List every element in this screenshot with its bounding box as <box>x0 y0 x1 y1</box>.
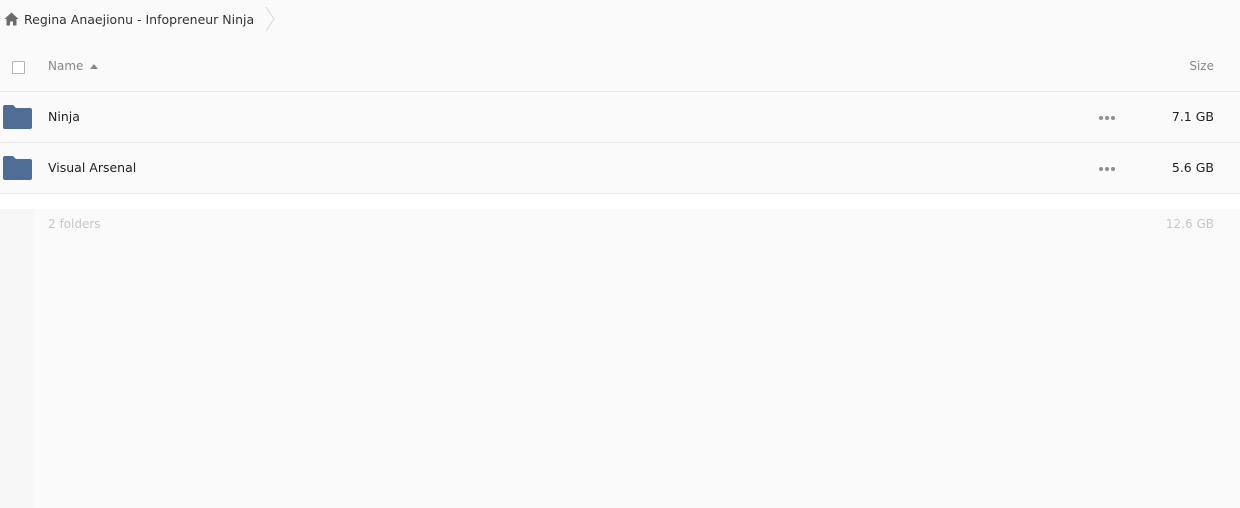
folder-count-summary: 2 folders <box>48 217 101 231</box>
folder-name[interactable]: Visual Arsenal <box>48 160 136 175</box>
folder-size: 5.6 GB <box>1171 160 1214 175</box>
more-options-icon[interactable] <box>1099 167 1115 171</box>
folder-icon <box>3 105 32 129</box>
total-size: 12.6 GB <box>1165 217 1214 231</box>
sort-ascending-icon <box>90 63 99 69</box>
folder-size: 7.1 GB <box>1171 109 1214 124</box>
file-browser: Regina Anaejionu - Infopreneur Ninja Nam… <box>0 0 1240 508</box>
folder-row[interactable]: Visual Arsenal 5.6 GB <box>0 143 1240 194</box>
select-all-checkbox[interactable] <box>12 61 25 74</box>
folder-icon <box>3 156 32 180</box>
folder-row[interactable]: Ninja 7.1 GB <box>0 92 1240 143</box>
chevron-right-icon <box>265 6 275 32</box>
list-divider <box>0 194 1240 209</box>
size-column-header[interactable]: Size <box>1189 59 1214 73</box>
left-gutter <box>0 209 33 508</box>
breadcrumb-item-current[interactable]: Regina Anaejionu - Infopreneur Ninja <box>0 0 254 38</box>
name-column-header[interactable]: Name <box>48 59 99 73</box>
list-header: Name Size <box>0 42 1240 92</box>
folder-name[interactable]: Ninja <box>48 109 80 124</box>
home-icon <box>4 12 19 26</box>
name-column-label: Name <box>48 59 84 73</box>
breadcrumb-label: Regina Anaejionu - Infopreneur Ninja <box>24 11 255 27</box>
breadcrumb: Regina Anaejionu - Infopreneur Ninja <box>0 0 1240 38</box>
more-options-icon[interactable] <box>1099 116 1115 120</box>
